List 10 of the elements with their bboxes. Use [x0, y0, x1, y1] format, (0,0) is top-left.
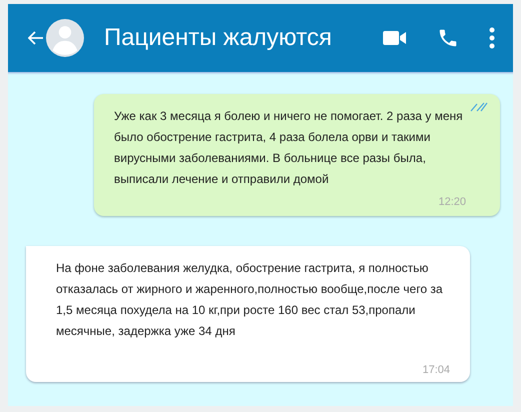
more-menu-icon[interactable]: [489, 27, 495, 49]
message-time: 17:04: [422, 363, 450, 378]
message-time: 12:20: [438, 195, 466, 210]
message-text: Уже как 3 месяца я болею и ничего не помогает. 2 раза у меня было обострение гастрита, 4 раза болела орви и такими вирусными заболеваниями. В больнице все разы была, выписали лечение и отправили домой: [114, 108, 464, 188]
message-text: На фоне заболевания желудка, обострение гастрита, я полностью отказалась от жирного и жаренного,полностью вообще,после чего за 1,5 месяца похудела на 10 кг,при росте 160 вес стал 53,пропали месячные, задержка уже 34 дня: [56, 260, 444, 340]
chat-title: Пациенты жалуются: [104, 24, 333, 52]
back-arrow-icon[interactable]: [28, 31, 44, 45]
phone-icon[interactable]: [437, 27, 459, 49]
avatar-icon[interactable]: [46, 19, 84, 57]
video-call-icon[interactable]: [383, 30, 407, 46]
